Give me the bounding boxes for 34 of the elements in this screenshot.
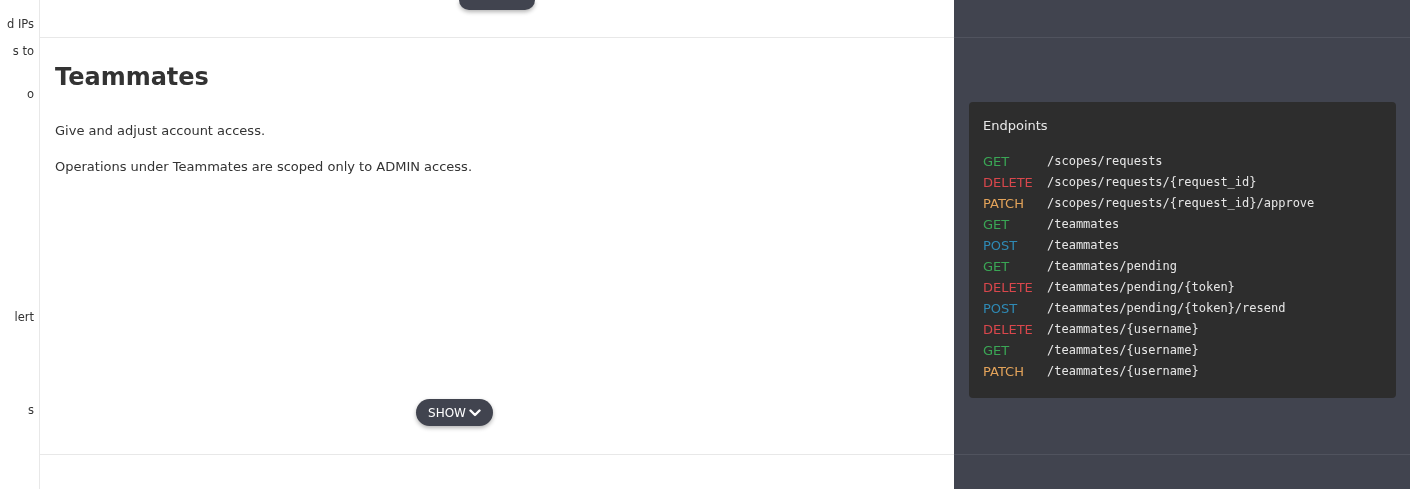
sidebar-item[interactable]: lert — [14, 309, 34, 325]
endpoint-path[interactable]: /teammates/{username} — [1047, 361, 1199, 382]
http-method: POST — [983, 300, 1019, 318]
endpoint-path[interactable]: /teammates/{username} — [1047, 319, 1199, 340]
endpoint-path[interactable]: /teammates/pending/{token} — [1047, 277, 1235, 298]
sidebar-item[interactable]: s — [28, 402, 34, 418]
chevron-down-icon — [468, 408, 481, 417]
endpoint-path[interactable]: /teammates — [1047, 214, 1120, 235]
http-method: GET — [983, 153, 1011, 171]
http-method: DELETE — [983, 279, 1034, 297]
endpoint-path[interactable]: /scopes/requests — [1047, 151, 1163, 172]
http-method: GET — [983, 216, 1011, 234]
http-method: PATCH — [983, 195, 1025, 213]
sidebar-item[interactable]: s to — [12, 43, 34, 59]
sidebar-item[interactable]: o — [26, 86, 34, 102]
http-method: POST — [983, 237, 1019, 255]
section-description: Operations under Teammates are scoped only to ADMIN access. — [55, 158, 474, 176]
http-method: GET — [983, 342, 1011, 360]
endpoint-path[interactable]: /teammates/pending — [1047, 256, 1178, 277]
section-heading: Teammates — [55, 62, 210, 93]
endpoint-path[interactable]: /teammates/{username} — [1047, 340, 1199, 361]
http-method: GET — [983, 258, 1011, 276]
endpoint-path[interactable]: /teammates — [1047, 235, 1120, 256]
sidebar-item[interactable]: d IPs — [6, 16, 34, 32]
show-button[interactable]: SHOW — [416, 399, 493, 426]
http-method: DELETE — [983, 321, 1034, 339]
toggle-button[interactable] — [459, 0, 535, 10]
endpoint-path[interactable]: /scopes/requests/{request_id}/approve — [1047, 193, 1315, 214]
endpoint-path[interactable]: /scopes/requests/{request_id} — [1047, 172, 1257, 193]
http-method: PATCH — [983, 363, 1025, 381]
endpoint-path[interactable]: /teammates/pending/{token}/resend — [1047, 298, 1286, 319]
endpoints-title: Endpoints — [983, 117, 1049, 135]
section-description: Give and adjust account access. — [55, 122, 267, 140]
http-method: DELETE — [983, 174, 1034, 192]
